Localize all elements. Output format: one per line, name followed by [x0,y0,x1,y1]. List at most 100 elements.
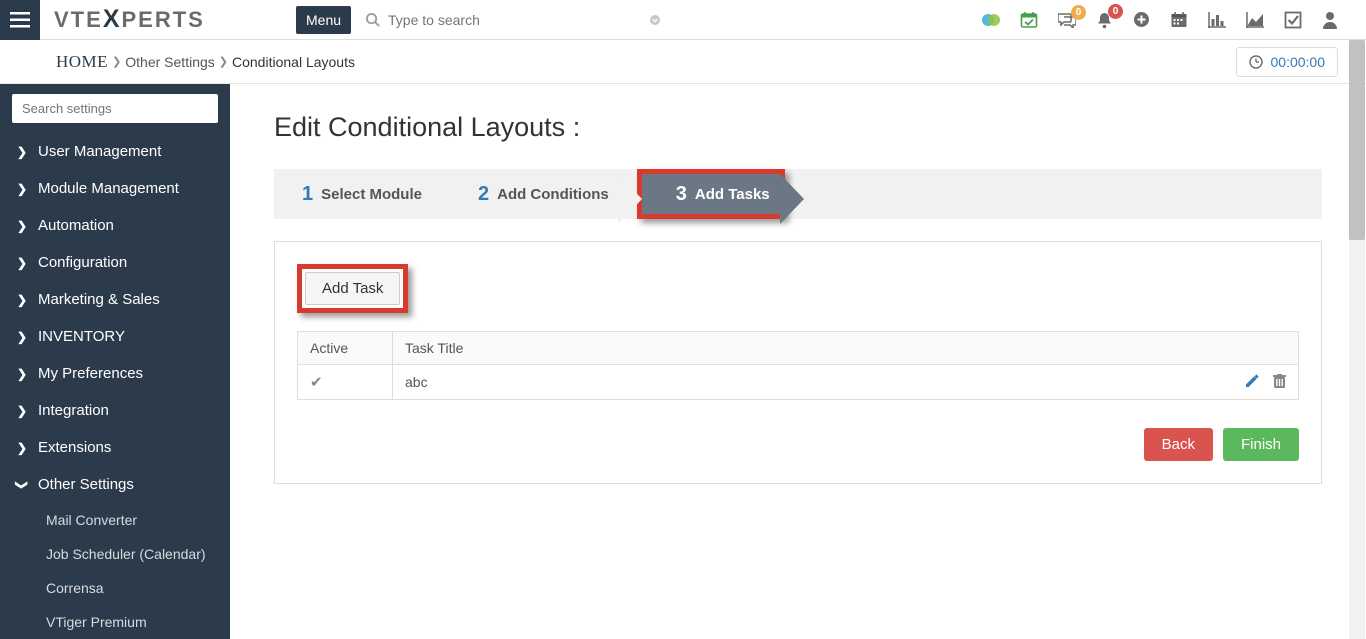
chevron-right-icon: ❯ [112,55,121,68]
tasks-panel: Add Task Active Task Title ✔ abc [274,241,1322,484]
bar-chart-icon[interactable] [1208,12,1226,28]
wizard-steps: 1 Select Module 2 Add Conditions 3 Add T… [274,169,1322,219]
breadcrumb-home[interactable]: HOME [56,52,108,72]
back-button[interactable]: Back [1144,428,1213,461]
annotation-highlight: Add Task [297,264,408,313]
chevron-right-icon: ❯ [16,219,28,233]
menu-button[interactable]: Menu [296,6,351,34]
add-icon[interactable] [1133,11,1150,28]
breadcrumb-level1[interactable]: Other Settings [125,54,215,70]
calendar-icon[interactable] [1170,11,1188,29]
chevron-right-icon: ❯ [16,256,28,270]
chevron-down-icon: ❯ [15,479,29,491]
task-check-icon[interactable] [1284,11,1302,29]
task-title-value: abc [405,374,428,390]
sidebar-item-label: User Management [38,143,161,160]
sidebar-sub-corrensa[interactable]: Corrensa [0,571,230,605]
global-search-input[interactable] [388,12,628,28]
hamburger-icon [10,12,30,28]
sidebar-item-inventory[interactable]: ❯ INVENTORY [0,318,230,355]
chevron-right-icon: ❯ [16,293,28,307]
sidebar-search-input[interactable] [12,94,218,123]
finish-button[interactable]: Finish [1223,428,1299,461]
alerts-badge: 0 [1108,4,1123,19]
sidebar-sub-mail-converter[interactable]: Mail Converter [0,503,230,537]
th-active: Active [298,332,393,365]
top-bar: VTEXPERTS Menu 0 0 [0,0,1366,40]
chevron-right-icon: ❯ [16,404,28,418]
search-dropdown-icon[interactable] [649,14,661,26]
step-add-tasks[interactable]: 3 Add Tasks [642,174,780,214]
sidebar-item-configuration[interactable]: ❯ Configuration [0,244,230,281]
add-task-button[interactable]: Add Task [305,272,400,305]
chevron-right-icon: ❯ [16,182,28,196]
sidebar-item-marketing-sales[interactable]: ❯ Marketing & Sales [0,281,230,318]
hamburger-menu-button[interactable] [0,0,40,40]
app-logo: VTEXPERTS [40,5,290,34]
chevron-right-icon: ❯ [219,55,228,68]
timer-value: 00:00:00 [1271,54,1326,70]
tasks-table: Active Task Title ✔ abc [297,331,1299,400]
comments-badge: 0 [1071,5,1086,20]
area-chart-icon[interactable] [1246,12,1264,28]
sidebar-item-label: Configuration [38,254,127,271]
cell-title: abc [393,365,1299,400]
step-number: 3 [676,183,687,206]
step-number: 2 [478,183,489,206]
edit-icon[interactable] [1245,374,1259,389]
sidebar-item-automation[interactable]: ❯ Automation [0,207,230,244]
wizard-buttons: Back Finish [297,428,1299,461]
main-content: Edit Conditional Layouts : 1 Select Modu… [230,84,1366,639]
step-label: Select Module [321,186,422,203]
sidebar-item-label: Module Management [38,180,179,197]
row-actions [1245,374,1286,389]
step-label: Add Tasks [695,186,770,203]
th-title: Task Title [393,332,1299,365]
sidebar-item-label: Extensions [38,439,111,456]
cell-active: ✔ [298,365,393,400]
annotation-highlight: 3 Add Tasks [637,169,785,219]
sidebar-item-label: Other Settings [38,476,134,493]
sidebar-item-other-settings[interactable]: ❯ Other Settings [0,466,230,503]
sidebar-item-my-preferences[interactable]: ❯ My Preferences [0,355,230,392]
step-select-module[interactable]: 1 Select Module [274,169,450,219]
top-toolbar: 0 0 [982,11,1366,29]
sidebar-item-extensions[interactable]: ❯ Extensions [0,429,230,466]
delete-icon[interactable] [1273,374,1286,389]
chevron-right-icon: ❯ [16,145,28,159]
sidebar-search[interactable] [12,94,218,123]
sidebar-item-label: My Preferences [38,365,143,382]
breadcrumb: HOME ❯ Other Settings ❯ Conditional Layo… [0,40,1366,84]
user-icon[interactable] [1322,11,1338,29]
sidebar-sub-vtiger-premium[interactable]: VTiger Premium [0,605,230,639]
search-icon [365,12,380,27]
step-label: Add Conditions [497,186,609,203]
step-number: 1 [302,183,313,206]
comments-icon[interactable]: 0 [1058,12,1076,28]
chevron-right-icon: ❯ [16,330,28,344]
bell-icon[interactable]: 0 [1096,11,1113,29]
chevron-right-icon: ❯ [16,367,28,381]
sidebar-item-label: Integration [38,402,109,419]
brand-accent-icon[interactable] [982,11,1000,29]
sidebar-item-user-management[interactable]: ❯ User Management [0,133,230,170]
sidebar-item-label: Marketing & Sales [38,291,160,308]
scrollbar-thumb[interactable] [1349,40,1365,240]
settings-sidebar: ❯ User Management ❯ Module Management ❯ Aut… [0,84,230,639]
sidebar-item-module-management[interactable]: ❯ Module Management [0,170,230,207]
table-row: ✔ abc [298,365,1299,400]
timer-widget[interactable]: 00:00:00 [1236,47,1339,77]
page-title: Edit Conditional Layouts : [274,112,1322,143]
clock-icon [1249,55,1263,69]
sidebar-item-label: INVENTORY [38,328,125,345]
calendar-check-icon[interactable] [1020,11,1038,29]
vertical-scrollbar[interactable] [1349,40,1365,639]
global-search[interactable] [365,12,665,28]
step-spacer [785,169,1322,219]
sidebar-item-integration[interactable]: ❯ Integration [0,392,230,429]
sidebar-item-label: Automation [38,217,114,234]
chevron-right-icon: ❯ [16,441,28,455]
sidebar-sub-job-scheduler[interactable]: Job Scheduler (Calendar) [0,537,230,571]
step-add-conditions[interactable]: 2 Add Conditions [450,169,637,219]
checked-icon[interactable]: ✔ [310,374,323,391]
